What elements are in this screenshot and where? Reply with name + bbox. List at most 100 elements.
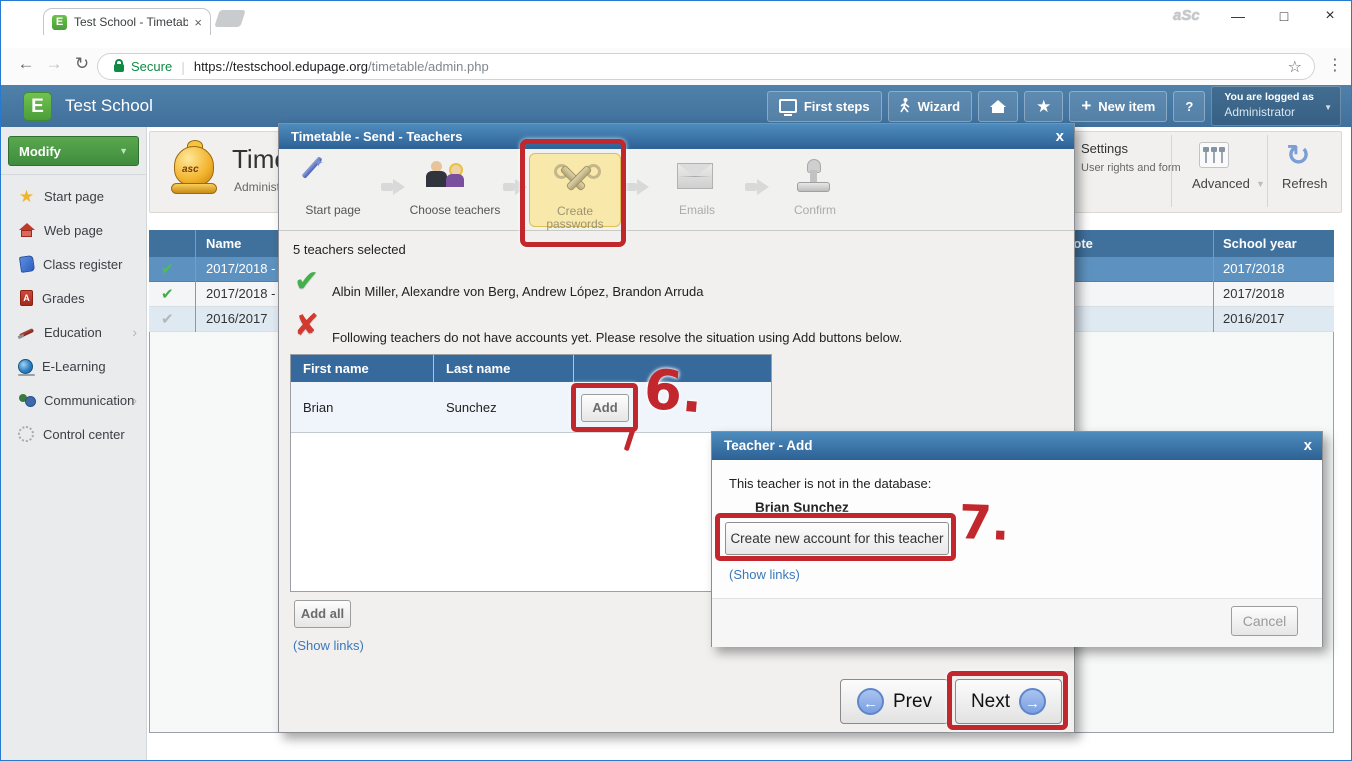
home-icon [990, 100, 1006, 113]
chevron-right-icon: › [132, 392, 137, 408]
wizard-step-start-page[interactable]: Start page [287, 153, 379, 227]
teachers-with-accounts: Albin Miller, Alexandre von Berg, Andrew… [332, 284, 703, 299]
magic-wand-icon [287, 157, 379, 201]
forward-icon: → [41, 54, 67, 74]
wizard-step-choose-teachers[interactable]: Choose teachers [409, 153, 501, 227]
sidebar-item-web-page[interactable]: Web page [1, 213, 147, 247]
sidebar-item-education[interactable]: Education › [1, 315, 147, 349]
refresh-icon[interactable]: ↻ [1286, 138, 1310, 173]
url-bar[interactable]: Secure | https://testschool.edupage.org … [97, 53, 1315, 80]
advanced-sliders-icon[interactable] [1199, 142, 1229, 168]
check-icon[interactable]: ✔ [161, 285, 174, 303]
chevron-down-icon: ▼ [119, 146, 128, 156]
column-header-name: Name [206, 236, 241, 251]
close-icon[interactable]: × [1309, 3, 1351, 29]
logged-as-dropdown[interactable]: You are logged as Administrator ▼ [1211, 86, 1341, 126]
wizard-button[interactable]: Wizard [888, 91, 973, 122]
prev-button[interactable]: ← Prev [840, 679, 949, 724]
check-icon[interactable]: ✔ [161, 260, 174, 278]
envelope-icon [651, 157, 743, 201]
wizard-step-emails: Emails [651, 153, 743, 227]
prev-arrow-icon: ← [857, 688, 884, 715]
check-icon-unchecked[interactable]: ✔ [161, 310, 174, 328]
lock-icon [114, 64, 124, 72]
title-bar: E Test School - Timetable × aSc — □ × [1, 1, 1351, 48]
browser-window: E Test School - Timetable × aSc — □ × ← … [0, 0, 1352, 761]
step-arrow-icon [625, 179, 651, 195]
people-icon [18, 392, 35, 409]
sidebar-divider [1, 174, 147, 175]
star-icon: ★ [18, 188, 35, 205]
show-links-link[interactable]: (Show links) [729, 567, 800, 582]
url-separator: | [181, 59, 185, 75]
wizard-steps-strip: Start page Choose teachers Create passwo… [279, 149, 1074, 231]
annotation-number-7: 7. [958, 495, 1010, 552]
favorites-button[interactable]: ★ [1024, 91, 1063, 122]
advanced-button[interactable]: Advanced [1192, 176, 1250, 191]
tab-title: Test School - Timetable [74, 15, 188, 29]
dialog-title-bar[interactable]: Teacher - Add x [712, 432, 1322, 460]
refresh-button[interactable]: Refresh [1282, 176, 1328, 191]
sidebar-item-communication[interactable]: Communication › [1, 383, 147, 417]
logged-as-label: You are logged as [1224, 91, 1314, 103]
chevron-right-icon: › [132, 324, 137, 340]
sidebar-item-grades[interactable]: Grades [1, 281, 147, 315]
close-icon[interactable]: x [1304, 432, 1312, 460]
tab-close-icon[interactable]: × [194, 15, 202, 30]
plus-icon: + [1081, 98, 1091, 114]
sidebar-item-elearning[interactable]: E-Learning [1, 349, 147, 383]
app-header: E Test School First steps Wizard ★ + New… [1, 85, 1351, 127]
settings-title: Settings [1081, 141, 1128, 156]
tools-icon [18, 324, 35, 341]
sidebar-item-control-center[interactable]: Control center [1, 417, 147, 451]
sidebar: Modify ▼ ★ Start page Web page Class reg… [1, 127, 147, 761]
secure-label: Secure [131, 59, 172, 74]
sidebar-item-class-register[interactable]: Class register [1, 247, 147, 281]
table-column-divider [195, 230, 196, 332]
new-tab-button[interactable] [214, 10, 246, 27]
browser-tab[interactable]: E Test School - Timetable × [43, 8, 211, 35]
bookmark-star-icon[interactable]: ☆ [1288, 57, 1302, 77]
not-in-database-message: This teacher is not in the database: [729, 476, 931, 491]
home-button[interactable] [978, 91, 1018, 122]
favicon: E [52, 15, 67, 30]
first-steps-button[interactable]: First steps [767, 91, 882, 122]
modify-dropdown[interactable]: Modify ▼ [8, 136, 139, 166]
dialog-title: Teacher - Add [724, 438, 813, 453]
wizard-step-confirm: Confirm [769, 153, 861, 227]
toolbar-divider [1267, 135, 1268, 207]
help-button[interactable]: ? [1173, 91, 1205, 122]
stamp-icon [769, 157, 861, 201]
browser-menu-icon[interactable]: ⋮ [1327, 55, 1343, 75]
school-name: Test School [65, 96, 153, 116]
book-icon [19, 255, 35, 273]
check-icon: ✔ [294, 264, 319, 299]
teachers-selected-summary: 5 teachers selected [293, 242, 406, 257]
show-links-link[interactable]: (Show links) [293, 638, 364, 653]
first-name-cell: Brian [303, 400, 333, 415]
column-header-school-year: School year [1223, 236, 1297, 251]
close-icon[interactable]: x [1056, 124, 1064, 149]
last-name-cell: Sunchez [446, 400, 497, 415]
gear-icon [18, 426, 34, 442]
minimize-icon[interactable]: — [1217, 3, 1259, 29]
annotation-number-6: 6. [641, 357, 706, 426]
people-icon [409, 157, 501, 201]
house-icon [18, 222, 35, 239]
dialog-title: Timetable - Send - Teachers [291, 129, 462, 144]
asc-watermark: aSc [1173, 7, 1200, 24]
maximize-icon[interactable]: □ [1263, 3, 1305, 29]
annotation-box-add-button [571, 383, 638, 432]
annotation-box-create-account [715, 513, 956, 561]
add-all-button[interactable]: Add all [294, 600, 351, 628]
missing-accounts-message: Following teachers do not have accounts … [332, 330, 902, 345]
back-icon[interactable]: ← [13, 54, 39, 74]
dialog-title-bar[interactable]: Timetable - Send - Teachers x [279, 124, 1074, 149]
cancel-button[interactable]: Cancel [1231, 606, 1298, 636]
chevron-down-icon: ▼ [1256, 179, 1265, 189]
sidebar-item-start-page[interactable]: ★ Start page [1, 179, 147, 213]
settings-subtitle: User rights and form [1081, 162, 1181, 174]
url-path: /timetable/admin.php [368, 59, 489, 74]
reload-icon[interactable]: ↻ [69, 54, 95, 74]
new-item-button[interactable]: + New item [1069, 91, 1167, 122]
